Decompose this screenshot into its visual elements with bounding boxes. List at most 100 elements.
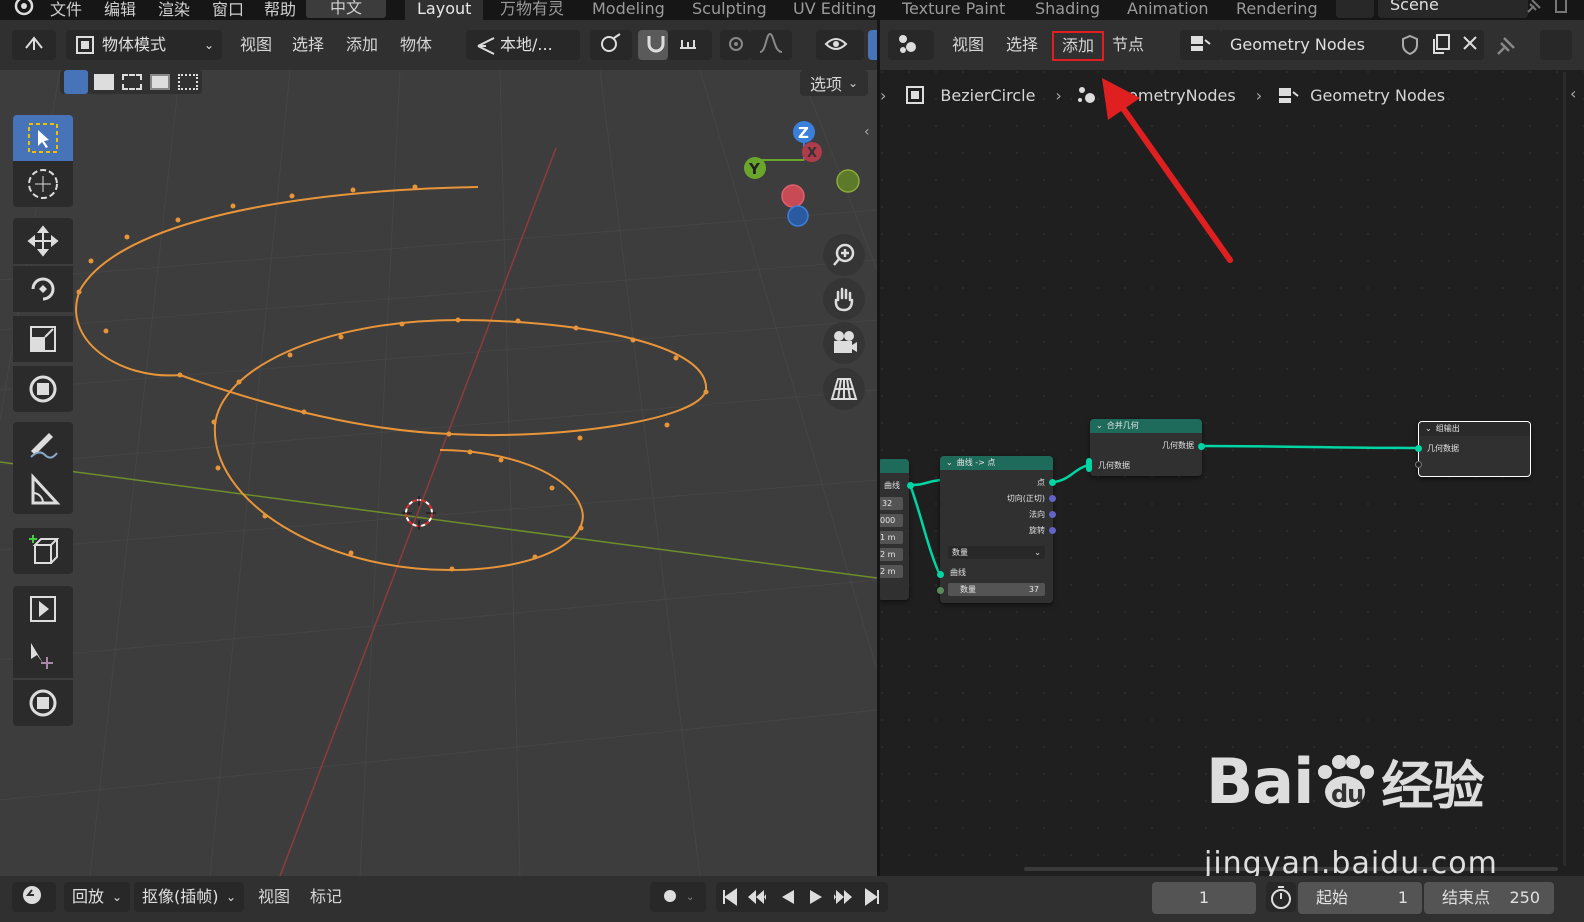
- snap-target-dropdown[interactable]: [668, 30, 712, 60]
- blender-logo-icon[interactable]: [10, 0, 36, 18]
- navigation-gizmo[interactable]: Z X Y: [736, 114, 866, 234]
- timeline-menu-view[interactable]: 视图: [258, 884, 290, 910]
- viewport-menu-add[interactable]: 添加: [346, 32, 378, 58]
- node-field[interactable]: 32: [880, 497, 903, 510]
- node-menu-node[interactable]: 节点: [1112, 32, 1144, 58]
- workspace-tab-uv-editing[interactable]: UV Editing: [781, 0, 888, 20]
- rotation-output-socket[interactable]: [1049, 527, 1056, 534]
- scene-name-field[interactable]: Scene: [1378, 0, 1528, 18]
- keying-dropdown[interactable]: 抠像(插帧) ⌄: [134, 882, 244, 912]
- count-input-socket[interactable]: [937, 587, 944, 594]
- orientation-dropdown[interactable]: 本地/...: [466, 30, 580, 60]
- frame-end-field[interactable]: 结束点 250: [1424, 882, 1554, 914]
- tool-move[interactable]: [13, 218, 73, 264]
- mode-dropdown[interactable]: 物体模式 ⌄: [66, 30, 222, 60]
- timeline-menu-marker[interactable]: 标记: [310, 884, 342, 910]
- tool-randomize[interactable]: [13, 680, 73, 726]
- points-output-socket[interactable]: [1049, 479, 1056, 486]
- tool-select-box[interactable]: [13, 115, 73, 161]
- workspace-tab-sculpting[interactable]: Sculpting: [680, 0, 779, 20]
- tool-annotate[interactable]: [13, 422, 73, 468]
- 3d-cursor-icon[interactable]: [402, 496, 436, 530]
- select-invert-icon[interactable]: [150, 74, 170, 90]
- geometry-output-socket[interactable]: [1198, 443, 1205, 450]
- workspace-tab-animation[interactable]: Animation: [1115, 0, 1221, 20]
- timeline-editor-type[interactable]: [12, 882, 56, 912]
- menu-file[interactable]: 文件: [50, 0, 82, 20]
- join-geometry-node[interactable]: ⌄ 合并几何 几何数据 几何数据: [1090, 419, 1202, 476]
- use-preview-range-toggle[interactable]: [1266, 882, 1296, 912]
- tool-scale[interactable]: [13, 316, 73, 362]
- tool-add-cube[interactable]: [13, 528, 73, 574]
- group-output-node[interactable]: ⌄ 组输出 几何数据: [1418, 421, 1531, 477]
- workspace-tab-texture-paint[interactable]: Texture Paint: [890, 0, 1017, 20]
- tool-tilt[interactable]: [13, 632, 73, 678]
- node-editor-canvas[interactable]: › BezierCircle › GeometryNodes › Geometr…: [880, 70, 1584, 876]
- overlay-toggle[interactable]: [868, 30, 877, 60]
- normal-output-socket[interactable]: [1049, 511, 1056, 518]
- pivot-button[interactable]: [590, 30, 632, 60]
- pin-icon[interactable]: [1494, 34, 1518, 58]
- tool-cursor[interactable]: [13, 161, 73, 207]
- options-dropdown[interactable]: 选项 ⌄: [800, 70, 868, 96]
- viewport-menu-select[interactable]: 选择: [292, 32, 324, 58]
- menu-window[interactable]: 窗口: [212, 0, 244, 20]
- workspace-tab-rendering[interactable]: Rendering: [1224, 0, 1330, 20]
- group-output-geometry-socket[interactable]: [1415, 445, 1422, 452]
- curve-to-points-node[interactable]: ⌄ 曲线 -> 点 点 切向(正切) 法向 旋转 数量 ⌄ 曲线 数量 37: [940, 456, 1053, 603]
- collapse-chevron-icon[interactable]: ⌄: [1096, 421, 1103, 430]
- select-new-icon[interactable]: [64, 70, 88, 94]
- menu-edit[interactable]: 编辑: [104, 0, 136, 20]
- node-field[interactable]: 1 m: [880, 531, 903, 544]
- node-tree-browse-button[interactable]: [1180, 30, 1222, 60]
- curve-input-socket[interactable]: [937, 571, 944, 578]
- scene-selector-icon[interactable]: [1336, 0, 1374, 18]
- editor-type-button[interactable]: [12, 30, 56, 60]
- tangent-output-socket[interactable]: [1049, 495, 1056, 502]
- current-frame-field[interactable]: 1: [1152, 882, 1256, 914]
- node-field[interactable]: 000: [880, 514, 903, 527]
- select-subtract-icon[interactable]: [122, 74, 142, 90]
- 3d-viewport[interactable]: 选项 ⌄ ‹ Z X Y: [0, 70, 877, 876]
- auto-keying-toggle[interactable]: ⌄: [650, 882, 706, 912]
- tool-measure[interactable]: [13, 468, 73, 514]
- node-editor-type-button[interactable]: [888, 30, 934, 60]
- menu-help[interactable]: 帮助: [264, 0, 296, 20]
- node-field[interactable]: 2 m: [880, 548, 903, 561]
- visibility-dropdown[interactable]: [816, 30, 864, 60]
- select-intersect-icon[interactable]: [178, 74, 198, 90]
- parent-tree-icon[interactable]: [1540, 30, 1572, 60]
- viewport-menu-view[interactable]: 视图: [240, 32, 272, 58]
- vertical-scrollbar[interactable]: [1563, 72, 1566, 866]
- curve-output-socket[interactable]: [907, 482, 914, 489]
- proportional-edit-toggle[interactable]: [720, 30, 750, 60]
- workspace-tab-shading[interactable]: Shading: [1023, 0, 1112, 20]
- node-field[interactable]: 2 m: [880, 565, 903, 578]
- unlink-button[interactable]: [1454, 30, 1484, 60]
- pin-icon[interactable]: [1524, 0, 1544, 16]
- zoom-button[interactable]: [823, 234, 865, 276]
- node-menu-select[interactable]: 选择: [1006, 32, 1038, 58]
- partial-curve-node[interactable]: 曲线 32 000 1 m 2 m 2 m: [880, 459, 909, 600]
- fake-user-button[interactable]: [1394, 30, 1424, 60]
- pan-button[interactable]: [823, 278, 865, 320]
- duplicate-button[interactable]: [1424, 30, 1454, 60]
- tool-rotate[interactable]: [13, 266, 73, 312]
- tool-transform[interactable]: [13, 366, 73, 412]
- workspace-tab-layout[interactable]: Layout: [405, 0, 484, 20]
- workspace-tab[interactable]: 万物有灵: [488, 0, 576, 20]
- count-field[interactable]: 数量 37: [948, 583, 1045, 596]
- workspace-tab-modeling[interactable]: Modeling: [580, 0, 677, 20]
- frame-start-field[interactable]: 起始 1: [1298, 882, 1422, 914]
- menu-render[interactable]: 渲染: [158, 0, 190, 20]
- viewport-menu-object[interactable]: 物体: [400, 32, 432, 58]
- multi-input-socket[interactable]: [1086, 458, 1092, 472]
- collapse-chevron-icon[interactable]: ⌄: [1425, 424, 1432, 433]
- select-extend-icon[interactable]: [94, 74, 114, 90]
- snap-toggle[interactable]: [638, 30, 668, 60]
- language-button[interactable]: 中文: [306, 0, 387, 18]
- node-menu-add[interactable]: 添加: [1052, 31, 1105, 61]
- empty-input-socket[interactable]: [1415, 461, 1422, 468]
- camera-view-button[interactable]: [823, 322, 865, 364]
- new-scene-icon[interactable]: [1552, 0, 1572, 16]
